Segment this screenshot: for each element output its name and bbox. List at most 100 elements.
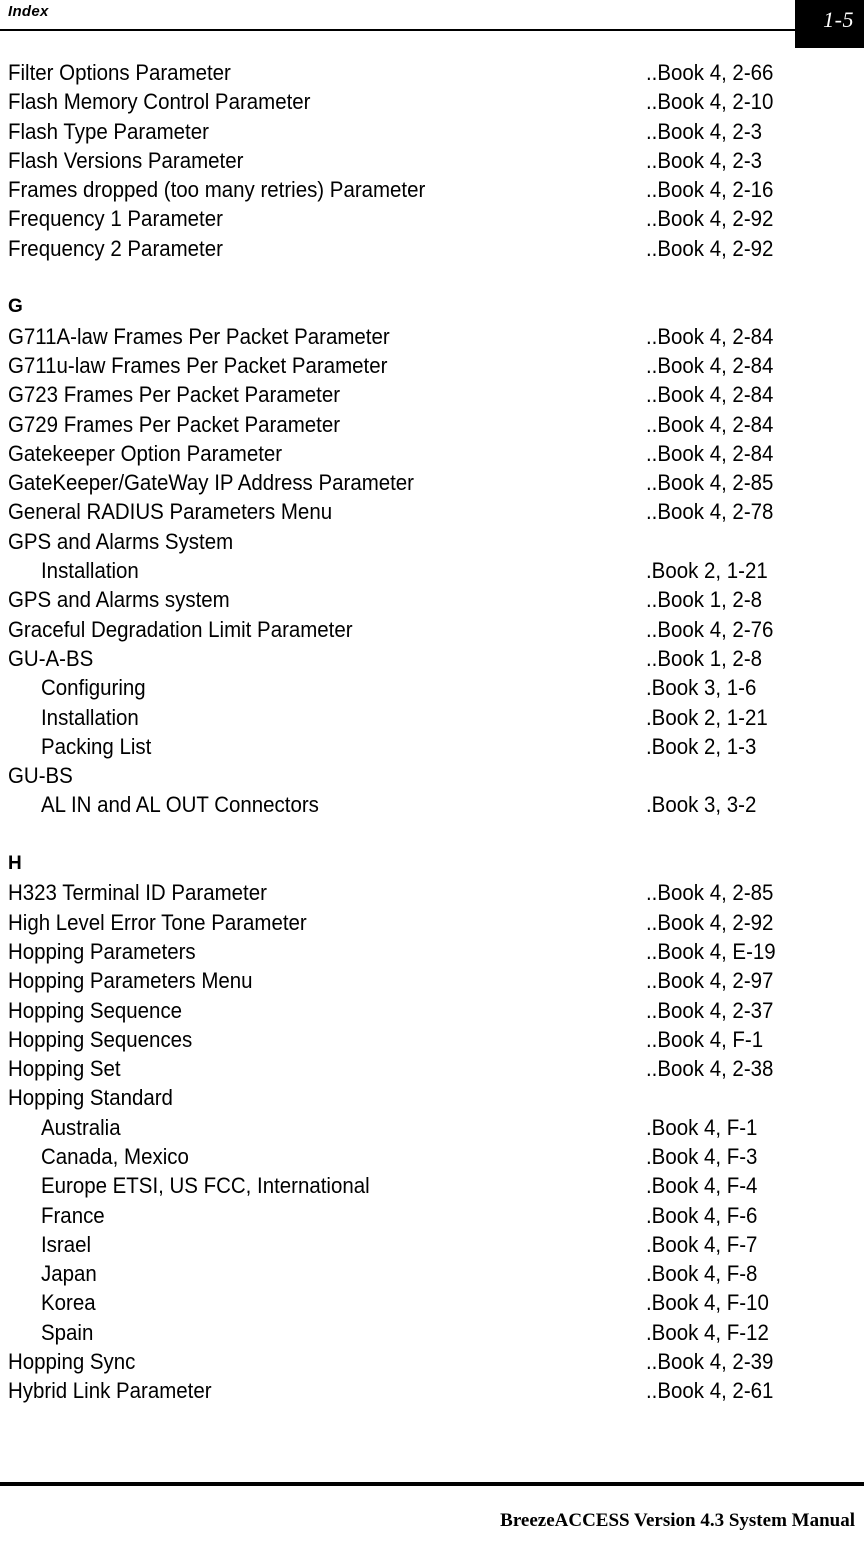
index-entry-text: Australia xyxy=(41,1114,121,1140)
index-sub-entry[interactable]: Installation .Book 2, 1-21 xyxy=(0,556,864,585)
index-entry-text: Korea xyxy=(41,1290,96,1316)
index-entry[interactable]: G729 Frames Per Packet Parameter ..Book 4… xyxy=(0,410,864,439)
index-entry-text: Gatekeeper Option Parameter xyxy=(8,440,283,466)
index-entry-text: AL IN and AL OUT Connectors xyxy=(41,792,319,818)
index-entry-locator: .Book 3, 1-6 xyxy=(646,675,757,701)
index-entry[interactable]: GU-A-BS ..Book 1, 2-8 xyxy=(0,644,864,673)
index-entry[interactable]: Frequency 1 Parameter ..Book 4, 2-92 xyxy=(0,204,864,233)
index-entry-locator: ..Book 4, 2-66 xyxy=(646,60,774,85)
index-entry[interactable]: G711A-law Frames Per Packet Parameter ..B… xyxy=(0,322,864,351)
index-entry[interactable]: Hopping Sync ..Book 4, 2-39 xyxy=(0,1347,864,1376)
index-entry[interactable]: High Level Error Tone Parameter ..Book 4,… xyxy=(0,908,864,937)
index-sub-entry[interactable]: Canada, Mexico .Book 4, F-3 xyxy=(0,1142,864,1171)
index-entry[interactable]: GU-BS xyxy=(0,761,864,790)
index-sub-entry[interactable]: Packing List .Book 2, 1-3 xyxy=(0,732,864,761)
index-entry-locator: .Book 3, 3-2 xyxy=(646,792,757,818)
index-entry-text: Frames dropped (too many retries) Parame… xyxy=(8,177,426,203)
index-entry[interactable]: Gatekeeper Option Parameter ..Book 4, 2-8… xyxy=(0,439,864,468)
index-sub-entry[interactable]: Installation .Book 2, 1-21 xyxy=(0,703,864,732)
index-sub-entry[interactable]: Australia .Book 4, F-1 xyxy=(0,1113,864,1142)
index-entry-locator: ..Book 4, 2-16 xyxy=(646,177,774,203)
index-sub-entry[interactable]: Europe ETSI, US FCC, International .Book … xyxy=(0,1171,864,1200)
index-entry-locator: ..Book 4, 2-84 xyxy=(646,382,774,408)
index-entry-text: GU-A-BS xyxy=(8,645,94,671)
index-entry-text: Installation xyxy=(41,558,139,584)
index-entry[interactable]: Hopping Sequence ..Book 4, 2-37 xyxy=(0,996,864,1025)
index-entry-locator: ..Book 4, 2-76 xyxy=(646,616,774,642)
index-entry[interactable]: Hopping Parameters ..Book 4, E-19 xyxy=(0,937,864,966)
index-sub-entry[interactable]: Korea .Book 4, F-10 xyxy=(0,1288,864,1317)
running-header-title: Index xyxy=(8,3,49,20)
index-entry-locator: .Book 2, 1-3 xyxy=(646,733,757,759)
index-entry-locator: ..Book 4, 2-84 xyxy=(646,411,774,437)
index-entry-locator: ..Book 1, 2-8 xyxy=(646,587,763,613)
index-entry[interactable]: Graceful Degradation Limit Parameter ..Bo… xyxy=(0,615,864,644)
section-letter-label: G xyxy=(8,296,23,318)
index-entry-text: H323 Terminal ID Parameter xyxy=(8,880,267,906)
index-entry-locator: .Book 4, F-3 xyxy=(646,1143,758,1169)
index-entry-locator: .Book 2, 1-21 xyxy=(646,558,768,584)
index-entry[interactable]: Filter Options Parameter ..Book 4, 2-66 xyxy=(0,58,864,87)
index-entry-text: Flash Type Parameter xyxy=(8,118,209,144)
index-entry-locator: ..Book 4, 2-84 xyxy=(646,323,774,349)
index-sub-entry[interactable]: Configuring .Book 3, 1-6 xyxy=(0,673,864,702)
index-entry-locator: ..Book 4, 2-84 xyxy=(646,352,774,378)
index-entry[interactable]: H323 Terminal ID Parameter ..Book 4, 2-85 xyxy=(0,878,864,907)
index-entry-list: Filter Options Parameter ..Book 4, 2-66 Fl… xyxy=(0,58,864,1406)
index-entry-locator: ..Book 4, 2-85 xyxy=(646,470,774,496)
page-footer: BreezeACCESS Version 4.3 System Manual xyxy=(0,1482,864,1552)
index-sub-entry[interactable]: Japan .Book 4, F-8 xyxy=(0,1259,864,1288)
index-entry[interactable]: Frequency 2 Parameter ..Book 4, 2-92 xyxy=(0,234,864,263)
index-entry[interactable]: GPS and Alarms system ..Book 1, 2-8 xyxy=(0,585,864,614)
index-entry-locator: ..Book 4, 2-85 xyxy=(646,880,774,906)
section-letter-heading: G xyxy=(0,292,864,321)
index-entry-locator: ..Book 4, 2-39 xyxy=(646,1349,774,1375)
index-entry-text: Hopping Standard xyxy=(8,1085,173,1111)
index-entry-text: Frequency 2 Parameter xyxy=(8,235,223,261)
index-entry[interactable]: Hopping Parameters Menu ..Book 4, 2-97 xyxy=(0,966,864,995)
index-entry-text: GateKeeper/GateWay IP Address Parameter xyxy=(8,470,415,496)
index-entry[interactable]: General RADIUS Parameters Menu ..Book 4, … xyxy=(0,497,864,526)
index-entry-locator: ..Book 4, 2-92 xyxy=(646,235,774,261)
index-entry-text: GPS and Alarms system xyxy=(8,587,230,613)
header-divider-rule xyxy=(0,29,795,31)
index-sub-entry[interactable]: Israel .Book 4, F-7 xyxy=(0,1230,864,1259)
index-entry-text: G729 Frames Per Packet Parameter xyxy=(8,411,341,437)
index-entry-text: Graceful Degradation Limit Parameter xyxy=(8,616,353,642)
index-entry-text: Hopping Sequence xyxy=(8,997,183,1023)
index-entry[interactable]: Hopping Sequences ..Book 4, F-1 xyxy=(0,1025,864,1054)
index-entry-text: Hopping Sequences xyxy=(8,1026,193,1052)
index-sub-entry[interactable]: France .Book 4, F-6 xyxy=(0,1201,864,1230)
index-entry[interactable]: Flash Versions Parameter ..Book 4, 2-3 xyxy=(0,146,864,175)
index-entry[interactable]: Frames dropped (too many retries) Parame… xyxy=(0,175,864,204)
index-entry-locator: ..Book 4, 2-37 xyxy=(646,997,774,1023)
index-entry-text: Europe ETSI, US FCC, International xyxy=(41,1173,370,1199)
index-entry-locator: ..Book 4, 2-3 xyxy=(646,147,763,173)
index-entry[interactable]: Flash Type Parameter ..Book 4, 2-3 xyxy=(0,117,864,146)
index-entry[interactable]: GateKeeper/GateWay IP Address Parameter.… xyxy=(0,468,864,497)
index-entry-text: GU-BS xyxy=(8,763,73,789)
index-entry-text: G711u-law Frames Per Packet Parameter xyxy=(8,352,388,378)
index-entry[interactable]: GPS and Alarms System xyxy=(0,527,864,556)
index-entry[interactable]: Hopping Standard xyxy=(0,1083,864,1112)
index-entry-locator: .Book 4, F-12 xyxy=(646,1319,769,1345)
index-entry-text: Packing List xyxy=(41,733,152,759)
index-entry[interactable]: Flash Memory Control Parameter ..Book 4, … xyxy=(0,87,864,116)
index-entry-locator: .Book 4, F-7 xyxy=(646,1231,758,1257)
index-entry[interactable]: G711u-law Frames Per Packet Parameter ..B… xyxy=(0,351,864,380)
index-sub-entry[interactable]: AL IN and AL OUT Connectors .Book 3, 3-2 xyxy=(0,790,864,819)
index-entry[interactable]: G723 Frames Per Packet Parameter ..Book 4… xyxy=(0,380,864,409)
section-letter-label: H xyxy=(8,853,22,875)
index-entry-text: G723 Frames Per Packet Parameter xyxy=(8,382,341,408)
index-sub-entry[interactable]: Spain .Book 4, F-12 xyxy=(0,1318,864,1347)
index-entry-text: Flash Memory Control Parameter xyxy=(8,89,311,115)
index-entry-text: Frequency 1 Parameter xyxy=(8,206,223,232)
index-entry-locator: ..Book 4, 2-92 xyxy=(646,206,774,232)
index-entry-locator: ..Book 1, 2-8 xyxy=(646,645,763,671)
index-entry[interactable]: Hopping Set ..Book 4, 2-38 xyxy=(0,1054,864,1083)
index-entry[interactable]: Hybrid Link Parameter ..Book 4, 2-61 xyxy=(0,1376,864,1405)
index-entry-locator: .Book 4, F-1 xyxy=(646,1114,758,1140)
index-entry-text: Installation xyxy=(41,704,139,730)
